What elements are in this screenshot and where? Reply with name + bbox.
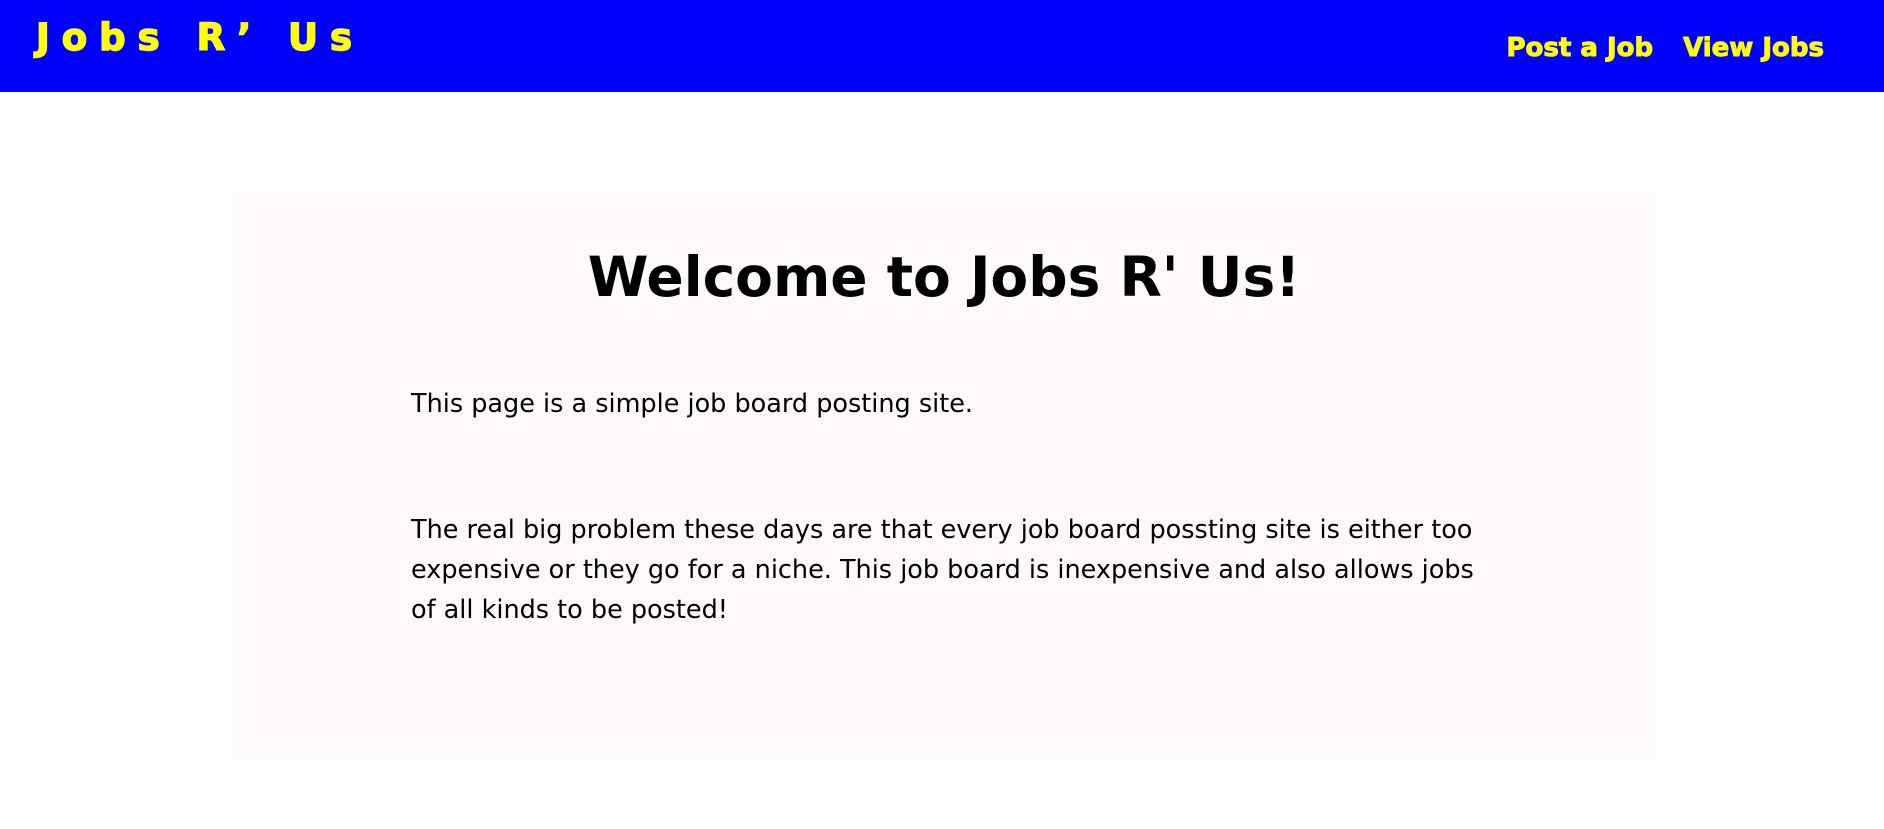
site-header: Jobs R’ Us Post a Job View Jobs — [0, 0, 1884, 92]
description-paragraph: The real big problem these days are that… — [411, 515, 1474, 625]
main-nav: Post a Job View Jobs — [1506, 30, 1825, 66]
nav-view-jobs-link[interactable]: View Jobs — [1683, 30, 1825, 66]
nav-post-a-job-link[interactable]: Post a Job — [1506, 30, 1654, 66]
intro-paragraph: This page is a simple job board posting … — [411, 389, 973, 419]
welcome-card: Welcome to Jobs R' Us! This page is a si… — [232, 192, 1656, 760]
site-logo[interactable]: Jobs R’ Us — [35, 15, 364, 60]
page-title: Welcome to Jobs R' Us! — [587, 245, 1301, 309]
